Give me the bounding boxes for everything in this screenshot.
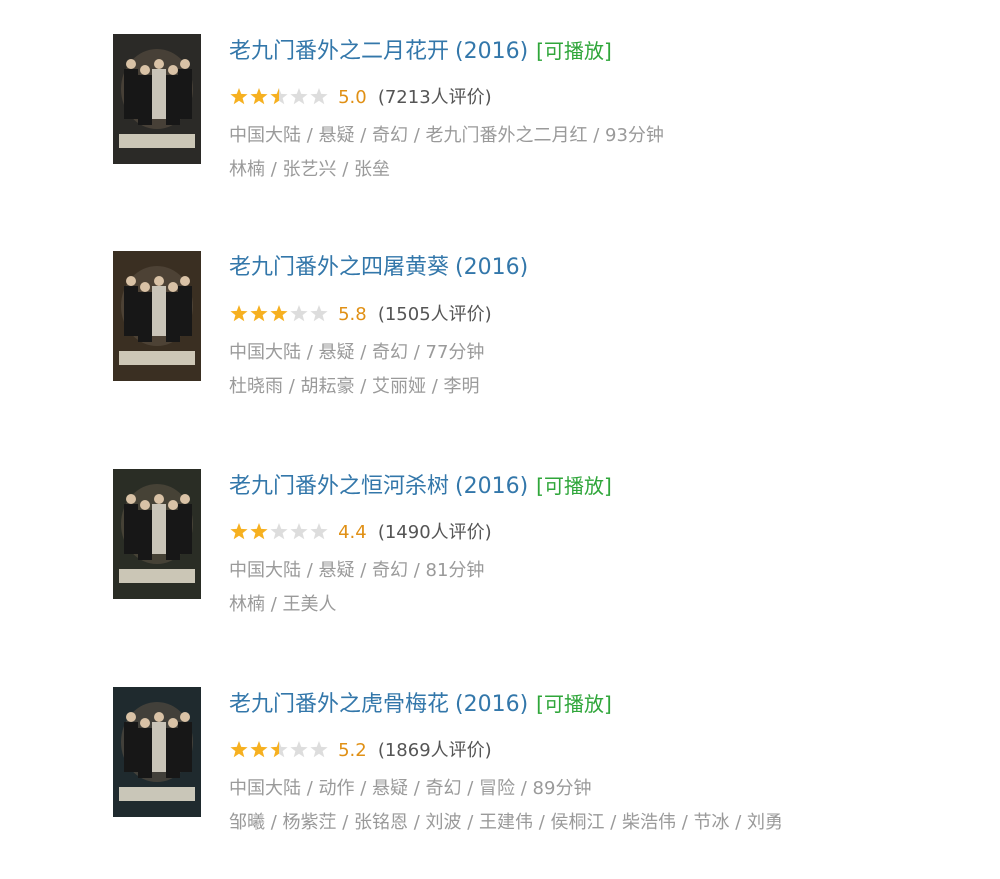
movie-poster[interactable] [113,469,201,599]
star-icon [310,87,328,104]
movie-cast: 林楠 / 张艺兴 / 张垒 [229,159,391,180]
rating-score: 5.2 [338,739,367,761]
movie-year: (2016) [455,692,529,717]
star-icon [230,740,248,757]
rating-line: 5.0 (7213人评价) [229,84,929,110]
movie-info: 老九门番外之二月花开 (2016) [可播放] 5.0 (7213人评价) 中国大陆… [229,34,929,185]
rating-stars [229,87,329,105]
movie-title-link[interactable]: 老九门番外之二月花开 [229,39,449,64]
movie-year: (2016) [455,39,529,64]
title-line: 老九门番外之四屠黄葵 (2016) [229,251,929,285]
star-icon [230,522,248,539]
rating-votes: (7213人评价) [377,86,492,108]
votes-count: 1490人评价 [384,521,485,543]
rating-stars [229,304,329,322]
playable-badge[interactable]: [可播放] [536,692,612,716]
poster-artwork [113,34,201,164]
movie-meta: 中国大陆 / 动作 / 悬疑 / 奇幻 / 冒险 / 89分钟 [229,778,592,799]
star-icon [310,740,328,757]
title-line: 老九门番外之二月花开 (2016) [可播放] [229,34,929,68]
movie-item: 老九门番外之四屠黄葵 (2016) 5.8 (1505人评价) 中国大陆 / 悬疑… [113,251,933,421]
star-icon [270,87,288,104]
movie-info: 老九门番外之恒河杀树 (2016) [可播放] 4.4 (1490人评价) 中国大陆… [229,469,929,620]
movie-item: 老九门番外之二月花开 (2016) [可播放] 5.0 (7213人评价) 中国大陆… [113,34,933,204]
star-icon [290,304,308,321]
movie-poster[interactable] [113,251,201,381]
star-icon [310,522,328,539]
star-icon [310,304,328,321]
rating-line: 5.8 (1505人评价) [229,301,929,327]
star-icon [230,87,248,104]
movie-poster[interactable] [113,34,201,164]
rating-score: 5.8 [338,303,367,325]
votes-count: 1505人评价 [384,303,485,325]
rating-votes: (1869人评价) [377,739,492,761]
rating-line: 4.4 (1490人评价) [229,519,929,545]
rating-stars [229,522,329,540]
movie-meta: 中国大陆 / 悬疑 / 奇幻 / 老九门番外之二月红 / 93分钟 [229,125,664,146]
movie-cast: 邹曦 / 杨紫茳 / 张铭恩 / 刘波 / 王建伟 / 侯桐江 / 柴浩伟 / … [229,812,784,833]
rating-line: 5.2 (1869人评价) [229,737,929,763]
star-icon [250,740,268,757]
movie-meta: 中国大陆 / 悬疑 / 奇幻 / 77分钟 [229,342,485,363]
rating-votes: (1490人评价) [377,521,492,543]
poster-artwork [113,251,201,381]
votes-count: 1869人评价 [384,739,485,761]
star-icon [270,304,288,321]
movie-title-link[interactable]: 老九门番外之四屠黄葵 [229,255,449,280]
star-icon [230,304,248,321]
star-icon [270,522,288,539]
star-icon [290,87,308,104]
star-icon [290,522,308,539]
movie-year: (2016) [455,474,529,499]
movie-title-link[interactable]: 老九门番外之虎骨梅花 [229,692,449,717]
playable-badge[interactable]: [可播放] [536,39,612,63]
star-icon [270,740,288,757]
movie-title-link[interactable]: 老九门番外之恒河杀树 [229,474,449,499]
movie-item: 老九门番外之虎骨梅花 (2016) [可播放] 5.2 (1869人评价) 中国大陆… [113,687,933,857]
poster-artwork [113,687,201,817]
star-icon [250,522,268,539]
votes-count: 7213人评价 [384,86,485,108]
movie-poster[interactable] [113,687,201,817]
movie-info: 老九门番外之四屠黄葵 (2016) 5.8 (1505人评价) 中国大陆 / 悬疑… [229,251,929,402]
star-icon [290,740,308,757]
movie-cast: 林楠 / 王美人 [229,594,337,615]
title-line: 老九门番外之恒河杀树 (2016) [可播放] [229,469,929,503]
poster-artwork [113,469,201,599]
movie-meta: 中国大陆 / 悬疑 / 奇幻 / 81分钟 [229,560,485,581]
rating-stars [229,740,329,758]
movie-year: (2016) [455,255,529,280]
movie-info: 老九门番外之虎骨梅花 (2016) [可播放] 5.2 (1869人评价) 中国大陆… [229,687,929,838]
star-icon [250,87,268,104]
rating-votes: (1505人评价) [377,303,492,325]
rating-score: 5.0 [338,86,367,108]
title-line: 老九门番外之虎骨梅花 (2016) [可播放] [229,687,929,721]
rating-score: 4.4 [338,521,367,543]
star-icon [250,304,268,321]
playable-badge[interactable]: [可播放] [536,474,612,498]
movie-item: 老九门番外之恒河杀树 (2016) [可播放] 4.4 (1490人评价) 中国大陆… [113,469,933,639]
movie-cast: 杜晓雨 / 胡耘豪 / 艾丽娅 / 李明 [229,376,480,397]
